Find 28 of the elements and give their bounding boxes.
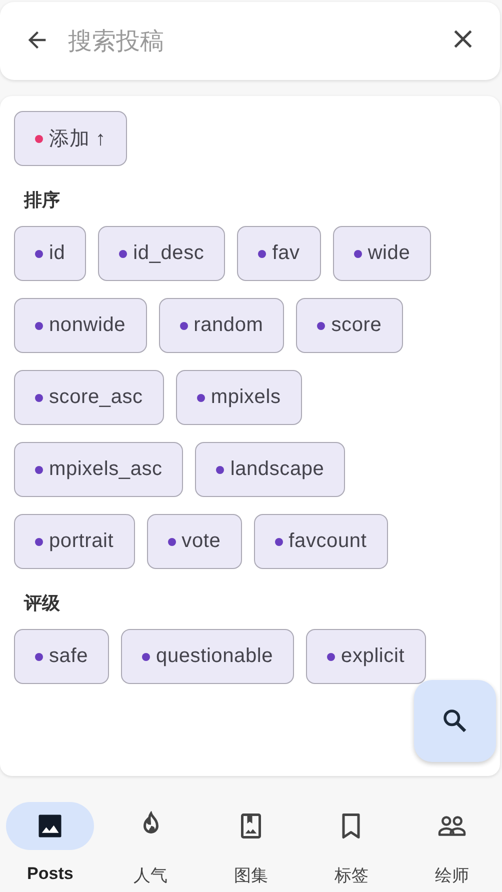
section-title: 排序 [24,189,61,212]
filter-chip[interactable]: id [14,226,86,281]
filter-chip[interactable]: id_desc [98,226,226,281]
nav-label[interactable]: 绘师 [434,864,469,887]
filter-chip[interactable]: 添加 ↑ [14,111,127,166]
filter-chip[interactable]: mpixels [176,370,302,425]
filter-chip[interactable]: favcount [254,514,388,569]
search-field[interactable]: 搜索投稿 [0,2,500,80]
filter-chip[interactable]: questionable [121,629,294,684]
search-button[interactable] [414,680,496,762]
filter-chip[interactable]: safe [14,629,110,684]
nav-label[interactable]: 图集 [234,864,268,887]
filter-chip[interactable]: fav [237,226,321,281]
filter-chip[interactable]: mpixels_asc [14,442,184,497]
filter-chip[interactable]: score [296,298,403,353]
filter-chip[interactable]: nonwide [14,298,147,353]
nav-label[interactable]: Posts [27,864,74,884]
filter-chip[interactable]: portrait [14,514,135,569]
filter-chip[interactable]: wide [332,226,432,281]
nav-tab[interactable] [6,802,94,850]
filter-chip[interactable]: landscape [195,442,346,497]
filter-chip[interactable]: vote [146,514,242,569]
filter-chip[interactable]: explicit [306,629,426,684]
section-title: 评级 [24,592,61,615]
filter-chip[interactable]: score_asc [14,370,164,425]
filter-chip[interactable]: random [158,298,284,353]
nav-label[interactable]: 人气 [134,864,168,887]
nav-label[interactable]: 标签 [334,864,368,887]
